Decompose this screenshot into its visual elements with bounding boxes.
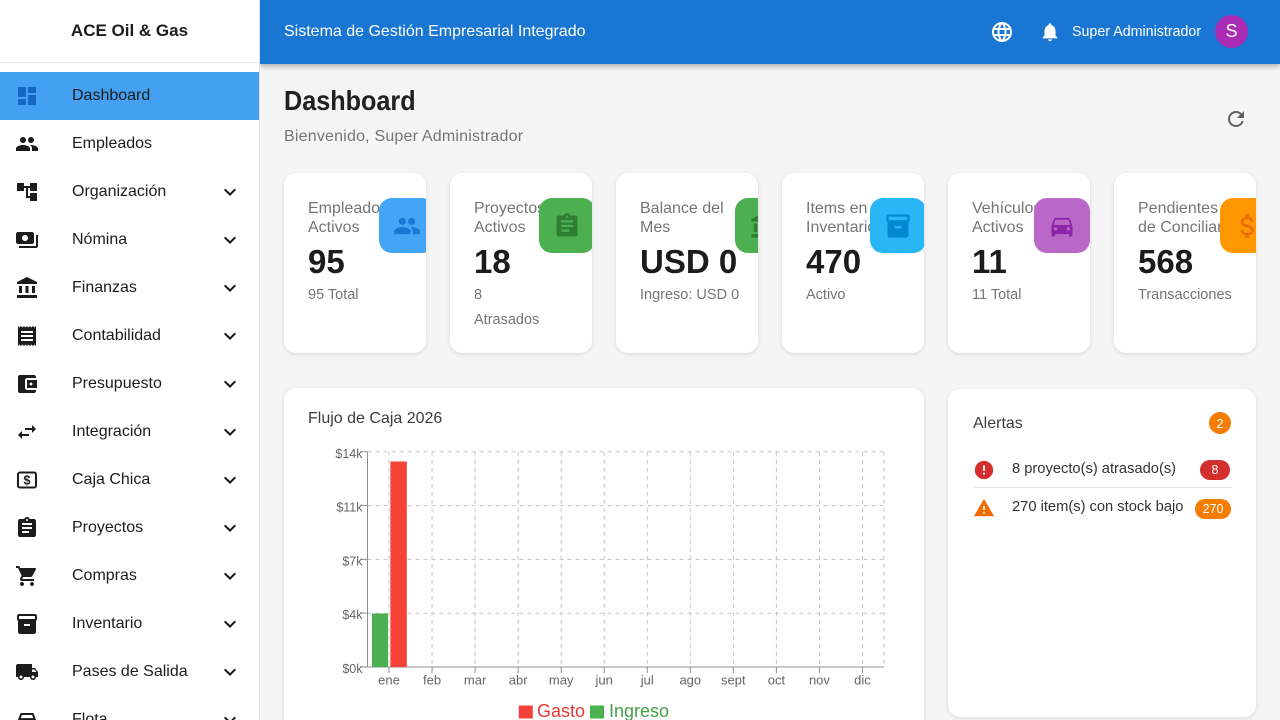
svg-text:sept: sept [721, 673, 746, 688]
svg-text:ago: ago [679, 673, 701, 688]
svg-text:mar: mar [464, 673, 487, 688]
svg-text:nov: nov [809, 673, 830, 688]
svg-text:oct: oct [768, 673, 786, 688]
svg-text:$11k: $11k [336, 501, 363, 515]
svg-text:dic: dic [854, 673, 871, 688]
svg-text:Gasto: Gasto [537, 701, 585, 720]
svg-text:jul: jul [640, 673, 654, 688]
svg-text:abr: abr [509, 673, 528, 688]
svg-text:may: may [549, 673, 574, 688]
svg-text:$14k: $14k [335, 447, 363, 461]
svg-text:ene: ene [378, 673, 400, 688]
svg-text:$0k: $0k [342, 662, 363, 676]
svg-text:$: $ [24, 473, 31, 487]
svg-text:$4k: $4k [342, 608, 363, 622]
svg-text:jun: jun [595, 673, 613, 688]
svg-text:feb: feb [423, 673, 441, 688]
svg-text:Ingreso: Ingreso [609, 701, 669, 720]
svg-text:$7k: $7k [342, 554, 363, 568]
